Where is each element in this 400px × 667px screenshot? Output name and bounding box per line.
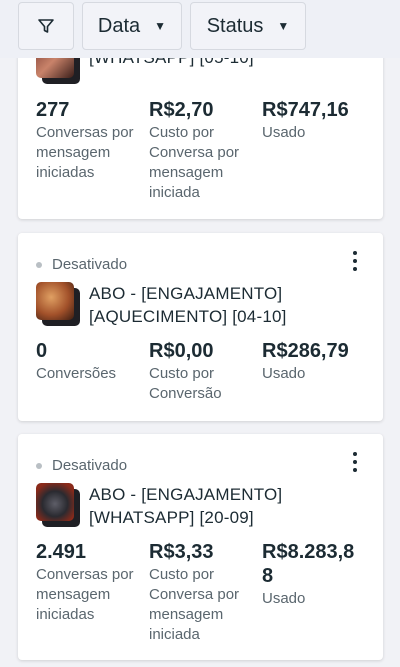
metric-label: Conversas por mensagem iniciadas <box>36 566 134 623</box>
metric-label: Conversas por mensagem iniciadas <box>36 124 134 181</box>
metric-cost-per-result: R$3,33 Custo por Conversa por mensagem i… <box>149 540 239 645</box>
metric-results: 277 Conversas por mensagem iniciadas <box>36 98 134 183</box>
metric-amount-spent: R$286,79 Usado <box>262 339 349 384</box>
campaign-card[interactable]: Desativado ABO - [ENGAJAMENTO] [AQUECIME… <box>18 233 383 421</box>
metric-amount-spent: R$747,16 Usado <box>262 98 349 143</box>
campaign-name: ABO - [ENGAJAMENTO] [WHATSAPP] [20-09] <box>89 485 283 527</box>
status-dot <box>36 462 42 469</box>
metric-value: R$747,16 <box>262 99 349 121</box>
date-filter-dropdown[interactable]: Data ▼ <box>82 2 182 50</box>
metric-label: Custo por Conversa por mensagem iniciada <box>149 566 240 643</box>
status-filter-dropdown[interactable]: Status ▼ <box>190 2 306 50</box>
metric-value: 277 <box>36 99 70 121</box>
metric-amount-spent: R$8.283,8 8 Usado <box>262 540 354 609</box>
metric-label: Usado <box>262 124 306 141</box>
metric-value: R$8.283,8 8 <box>262 541 355 587</box>
metric-cost-per-result: R$2,70 Custo por Conversa por mensagem i… <box>149 98 239 203</box>
filter-icon <box>37 17 55 35</box>
metric-value: 0 <box>36 340 48 362</box>
metric-label: Usado <box>262 365 306 382</box>
date-filter-label: Data <box>97 14 141 37</box>
metric-label: Conversões <box>36 365 117 382</box>
campaign-card[interactable]: Desativado ABO - [ENGAJAMENTO] [WHATSAPP… <box>18 434 383 660</box>
filter-bar: Data ▼ Status ▼ <box>0 0 400 58</box>
metric-value: R$2,70 <box>149 99 214 121</box>
metric-label: Usado <box>262 590 306 607</box>
metric-label: Custo por Conversa por mensagem iniciada <box>149 124 240 201</box>
metric-value: 2.491 <box>36 541 87 563</box>
metric-results: 2.491 Conversas por mensagem iniciadas <box>36 540 134 625</box>
metric-value: R$3,33 <box>149 541 214 563</box>
status-badge: Desativado <box>36 457 127 474</box>
metric-results: 0 Conversões <box>36 339 116 384</box>
more-options-icon[interactable] <box>347 450 363 474</box>
status-filter-label: Status <box>206 14 264 37</box>
chevron-down-icon: ▼ <box>154 19 167 33</box>
filter-button[interactable] <box>18 2 74 50</box>
campaign-name: ABO - [ENGAJAMENTO] [AQUECIMENTO] [04-10… <box>89 284 287 326</box>
metric-value: R$286,79 <box>262 340 349 362</box>
status-badge: Desativado <box>36 256 127 273</box>
more-options-icon[interactable] <box>347 249 363 273</box>
metric-cost-per-result: R$0,00 Custo por Conversão <box>149 339 222 404</box>
status-dot <box>36 261 42 268</box>
campaign-thumbnail <box>36 282 80 326</box>
campaign-thumbnail <box>36 483 80 527</box>
chevron-down-icon: ▼ <box>277 19 290 33</box>
metric-value: R$0,00 <box>149 340 214 362</box>
metric-label: Custo por Conversão <box>149 365 222 402</box>
